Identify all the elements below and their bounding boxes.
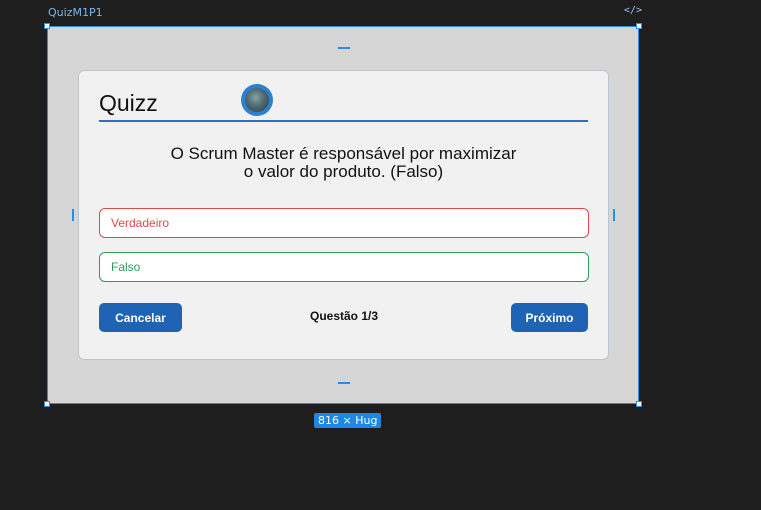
padding-handle-right[interactable] [613, 209, 615, 221]
padding-handle-bottom[interactable] [338, 382, 350, 384]
option-falso[interactable]: Falso [99, 252, 589, 282]
resize-handle-bottom-left[interactable] [44, 401, 50, 407]
question-line-1: O Scrum Master é responsável por maximiz… [170, 144, 517, 163]
resize-handle-top-right[interactable] [636, 23, 642, 29]
user-avatar-icon[interactable] [241, 84, 273, 116]
option-verdadeiro[interactable]: Verdadeiro [99, 208, 589, 238]
frame-name-label[interactable]: QuizM1P1 [48, 6, 103, 19]
code-icon[interactable]: </> [624, 5, 642, 16]
quiz-title: Quizz [99, 90, 158, 116]
size-badge[interactable]: 816 × Hug [314, 413, 382, 428]
padding-handle-top[interactable] [338, 47, 350, 49]
question-line-2: o valor do produto. (Falso) [243, 162, 444, 181]
next-button[interactable]: Próximo [511, 303, 588, 332]
resize-handle-bottom-right[interactable] [636, 401, 642, 407]
title-underline [99, 120, 588, 122]
resize-handle-top-left[interactable] [44, 23, 50, 29]
question-text: O Scrum Master é responsável por maximiz… [99, 145, 588, 181]
avatar-image [245, 88, 269, 112]
padding-handle-left[interactable] [72, 209, 74, 221]
